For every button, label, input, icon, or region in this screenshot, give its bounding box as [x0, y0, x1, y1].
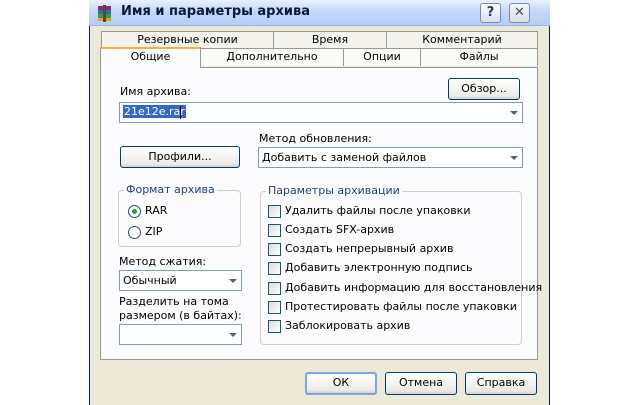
archive-name-value: 21e12e.rar — [123, 105, 186, 118]
split-size-combo[interactable] — [119, 324, 242, 345]
chevron-down-icon — [510, 111, 518, 115]
checkbox-solid[interactable] — [268, 243, 281, 256]
text-cursor — [180, 106, 181, 119]
window-title: Имя и параметры архива — [121, 4, 310, 19]
radio-rar[interactable] — [128, 205, 141, 218]
checkbox-lock[interactable] — [268, 320, 281, 333]
archive-format-legend: Формат архива — [124, 183, 217, 196]
archive-name-combo[interactable]: 21e12e.rar — [119, 102, 523, 123]
close-icon: ✕ — [514, 5, 525, 20]
ok-button[interactable]: ОК — [305, 372, 377, 395]
close-title-button[interactable]: ✕ — [509, 3, 530, 23]
help-button[interactable]: Справка — [465, 372, 537, 395]
update-method-value: Добавить с заменой файлов — [262, 151, 427, 164]
tab-files[interactable]: Файлы — [420, 48, 538, 66]
option-recovery-label[interactable]: Добавить информацию для восстановления — [285, 281, 542, 294]
option-signature-label[interactable]: Добавить электронную подпись — [285, 261, 473, 274]
chevron-down-icon — [510, 156, 518, 160]
option-solid-label[interactable]: Создать непрерывный архив — [285, 242, 453, 255]
checkbox-test[interactable] — [268, 301, 281, 314]
compression-value: Обычный — [123, 274, 177, 287]
help-icon: ? — [486, 5, 495, 20]
profiles-button[interactable]: Профили... — [120, 146, 240, 168]
archive-name-label: Имя архива: — [120, 85, 191, 98]
winrar-icon — [98, 5, 111, 22]
checkbox-recovery[interactable] — [268, 282, 281, 295]
compression-label: Метод сжатия: — [119, 255, 207, 268]
update-method-combo[interactable]: Добавить с заменой файлов — [258, 147, 523, 168]
chevron-down-icon — [229, 279, 237, 283]
checkbox-signature[interactable] — [268, 262, 281, 275]
option-lock-label[interactable]: Заблокировать архив — [285, 319, 410, 332]
radio-zip[interactable] — [128, 226, 141, 239]
tab-advanced[interactable]: Дополнительно — [200, 48, 344, 66]
browse-button[interactable]: Обзор... — [448, 78, 520, 100]
tab-general[interactable]: Общие — [100, 47, 201, 68]
option-test-label[interactable]: Протестировать файлы после упаковки — [285, 300, 517, 313]
option-delete-files-label[interactable]: Удалить файлы после упаковки — [285, 204, 470, 217]
chevron-down-icon — [229, 333, 237, 337]
help-title-button[interactable]: ? — [480, 3, 501, 23]
cancel-button[interactable]: Отмена — [385, 372, 457, 395]
tab-options[interactable]: Опции — [343, 48, 421, 66]
tab-comment[interactable]: Комментарий — [386, 31, 538, 49]
radio-rar-label[interactable]: RAR — [145, 204, 167, 217]
option-sfx-label[interactable]: Создать SFX-архив — [285, 223, 394, 236]
checkbox-sfx[interactable] — [268, 224, 281, 237]
tab-time[interactable]: Время — [273, 31, 387, 49]
update-method-label: Метод обновления: — [259, 132, 372, 145]
split-label-line2: размером (в байтах): — [119, 309, 242, 322]
radio-zip-label[interactable]: ZIP — [145, 225, 162, 238]
split-label-line1: Разделить на тома — [119, 295, 229, 308]
compression-combo[interactable]: Обычный — [119, 270, 242, 291]
radio-selected-dot — [132, 209, 137, 214]
checkbox-delete-files[interactable] — [268, 205, 281, 218]
archiving-options-legend: Параметры архивации — [266, 184, 402, 197]
